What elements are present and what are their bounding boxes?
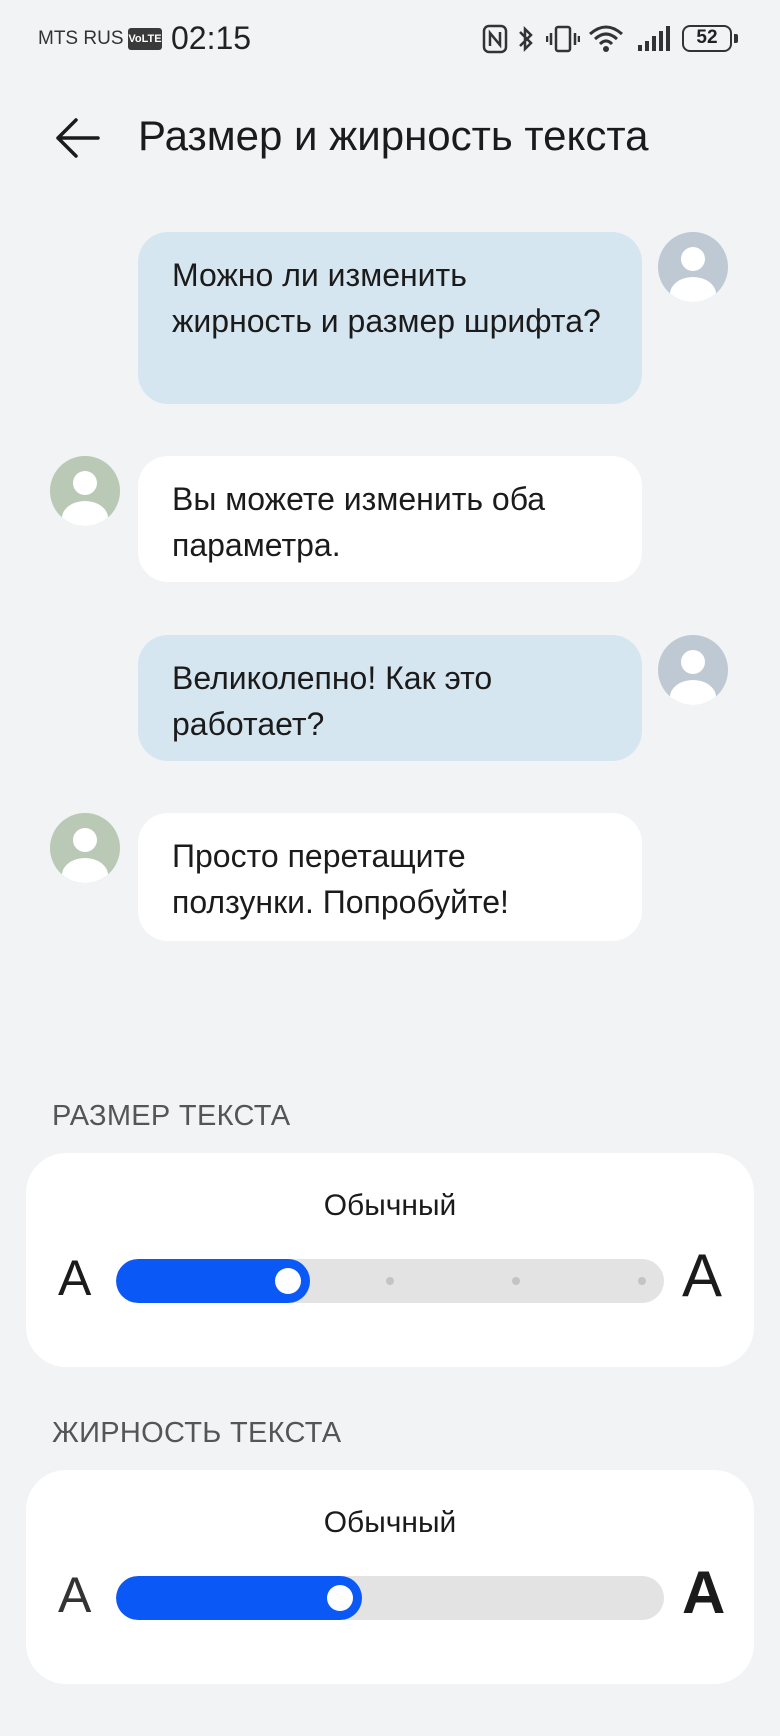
- battery-tip: [734, 34, 738, 43]
- bluetooth-icon: [519, 25, 533, 53]
- message-bubble-received: Вы можете изменить оба параметра.: [138, 456, 642, 582]
- text-size-value: Обычный: [323, 1189, 457, 1222]
- contact-avatar-icon: [50, 813, 120, 883]
- text-size-card: Обычный A A: [26, 1153, 754, 1367]
- larger-text-glyph[interactable]: A: [682, 1241, 722, 1311]
- volte-badge: VoLTE: [128, 28, 162, 50]
- wifi-icon: [589, 25, 623, 52]
- message-text: Просто перетащите ползунки. Попробуйте!: [172, 838, 509, 920]
- message-text: Можно ли изменить жирность и размер шриф…: [172, 257, 601, 339]
- text-weight-slider[interactable]: [116, 1576, 664, 1620]
- message-text: Великолепно! Как это работает?: [172, 660, 493, 742]
- nfc-icon: [482, 24, 508, 54]
- arrow-left-icon[interactable]: [50, 112, 106, 164]
- clock: 02:15: [171, 20, 252, 56]
- message-bubble-sent: Великолепно! Как это работает?: [138, 635, 642, 761]
- contact-avatar-icon: [50, 456, 120, 526]
- text-weight-value: Обычный: [323, 1506, 457, 1539]
- carrier-label: MTS RUS: [38, 28, 124, 49]
- text-size-slider-thumb[interactable]: [275, 1268, 301, 1294]
- user-avatar-icon: [658, 232, 728, 302]
- text-size-slider[interactable]: [116, 1259, 664, 1303]
- message-text: Вы можете изменить оба параметра.: [172, 481, 546, 563]
- message-bubble-received: Просто перетащите ползунки. Попробуйте!: [138, 813, 642, 941]
- slider-tick: [638, 1277, 646, 1285]
- status-bar: MTS RUS VoLTE 02:15 52: [0, 0, 780, 78]
- slider-tick: [386, 1277, 394, 1285]
- page-title: Размер и жирность текста: [138, 112, 649, 159]
- text-weight-section-label: ЖИРНОСТЬ ТЕКСТА: [52, 1417, 342, 1449]
- battery-indicator: 52: [682, 25, 732, 52]
- text-size-section-label: РАЗМЕР ТЕКСТА: [52, 1100, 291, 1132]
- text-weight-card: Обычный A A: [26, 1470, 754, 1684]
- bolder-text-glyph[interactable]: A: [682, 1558, 725, 1628]
- signal-icon: [638, 26, 670, 51]
- smaller-text-glyph[interactable]: A: [58, 1248, 91, 1308]
- lighter-text-glyph[interactable]: A: [58, 1565, 91, 1625]
- slider-fill: [116, 1576, 362, 1620]
- slider-tick: [512, 1277, 520, 1285]
- vibrate-icon: [546, 25, 580, 53]
- message-bubble-sent: Можно ли изменить жирность и размер шриф…: [138, 232, 642, 404]
- text-weight-slider-thumb[interactable]: [326, 1585, 353, 1611]
- user-avatar-icon: [658, 635, 728, 705]
